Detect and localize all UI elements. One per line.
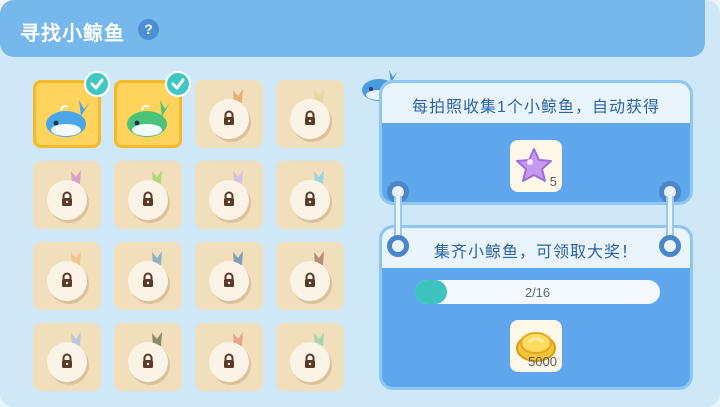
reward-card-per-whale: 每拍照收集1个小鲸鱼，自动获得 5 bbox=[379, 80, 693, 205]
whale-tile-locked[interactable] bbox=[33, 323, 101, 391]
lock-icon bbox=[224, 110, 234, 125]
whale-tile-locked[interactable] bbox=[114, 242, 182, 310]
lock-icon bbox=[305, 191, 315, 206]
game-panel: 寻找小鲸鱼 ? 每拍照收集1个小鲸鱼，自动获得 5 集齐小鲸鱼，可领取大奖！ 2… bbox=[0, 0, 720, 407]
lock-icon bbox=[62, 272, 72, 287]
reward-card-1-text: 每拍照收集1个小鲸鱼，自动获得 bbox=[412, 99, 660, 116]
lock-icon bbox=[224, 353, 234, 368]
whale-tile-locked[interactable] bbox=[276, 161, 344, 229]
whale-collection-grid bbox=[33, 71, 344, 391]
reward-card-2-text: 集齐小鲸鱼，可领取大奖！ bbox=[433, 244, 638, 261]
header-bar: 寻找小鲸鱼 ? bbox=[0, 0, 705, 57]
whale-icon bbox=[127, 100, 171, 137]
lock-icon bbox=[143, 272, 153, 287]
whale-tile-locked[interactable] bbox=[114, 161, 182, 229]
progress-text: 2/16 bbox=[524, 285, 551, 300]
star-reward-item[interactable]: 5 bbox=[510, 140, 562, 192]
whale-tile-locked[interactable] bbox=[195, 323, 263, 391]
whale-tile-locked[interactable] bbox=[276, 242, 344, 310]
lock-icon bbox=[224, 272, 234, 287]
help-icon[interactable]: ? bbox=[138, 19, 159, 40]
whale-tile-locked[interactable] bbox=[276, 323, 344, 391]
lock-icon bbox=[62, 191, 72, 206]
coin-reward-item[interactable]: 5000 bbox=[510, 320, 562, 372]
lock-icon bbox=[305, 272, 315, 287]
checkmark-icon bbox=[84, 71, 110, 97]
whale-tile-collected[interactable] bbox=[33, 71, 110, 148]
whale-icon bbox=[46, 100, 90, 137]
whale-tile-locked[interactable] bbox=[195, 242, 263, 310]
coin-reward-amount: 5000 bbox=[528, 354, 557, 369]
connector-ring-left-bottom bbox=[387, 235, 409, 257]
whale-tile-collected[interactable] bbox=[114, 71, 191, 148]
reward-card-grand-prize: 集齐小鲸鱼，可领取大奖！ 2/16 5000 bbox=[379, 225, 693, 390]
connector-ring-right-bottom bbox=[659, 235, 681, 257]
collection-progress-bar: 2/16 bbox=[415, 280, 660, 304]
lock-icon bbox=[305, 353, 315, 368]
page-title: 寻找小鲸鱼 bbox=[20, 23, 125, 45]
lock-icon bbox=[62, 353, 72, 368]
lock-icon bbox=[224, 191, 234, 206]
lock-icon bbox=[305, 110, 315, 125]
whale-tile-locked[interactable] bbox=[33, 242, 101, 310]
whale-tile-locked[interactable] bbox=[33, 161, 101, 229]
star-reward-amount: 5 bbox=[549, 174, 557, 189]
lock-icon bbox=[143, 353, 153, 368]
whale-tile-locked[interactable] bbox=[195, 161, 263, 229]
checkmark-icon bbox=[165, 71, 191, 97]
whale-tile-locked[interactable] bbox=[114, 323, 182, 391]
whale-tile-locked[interactable] bbox=[195, 80, 263, 148]
whale-tile-locked[interactable] bbox=[276, 80, 344, 148]
lock-icon bbox=[143, 191, 153, 206]
